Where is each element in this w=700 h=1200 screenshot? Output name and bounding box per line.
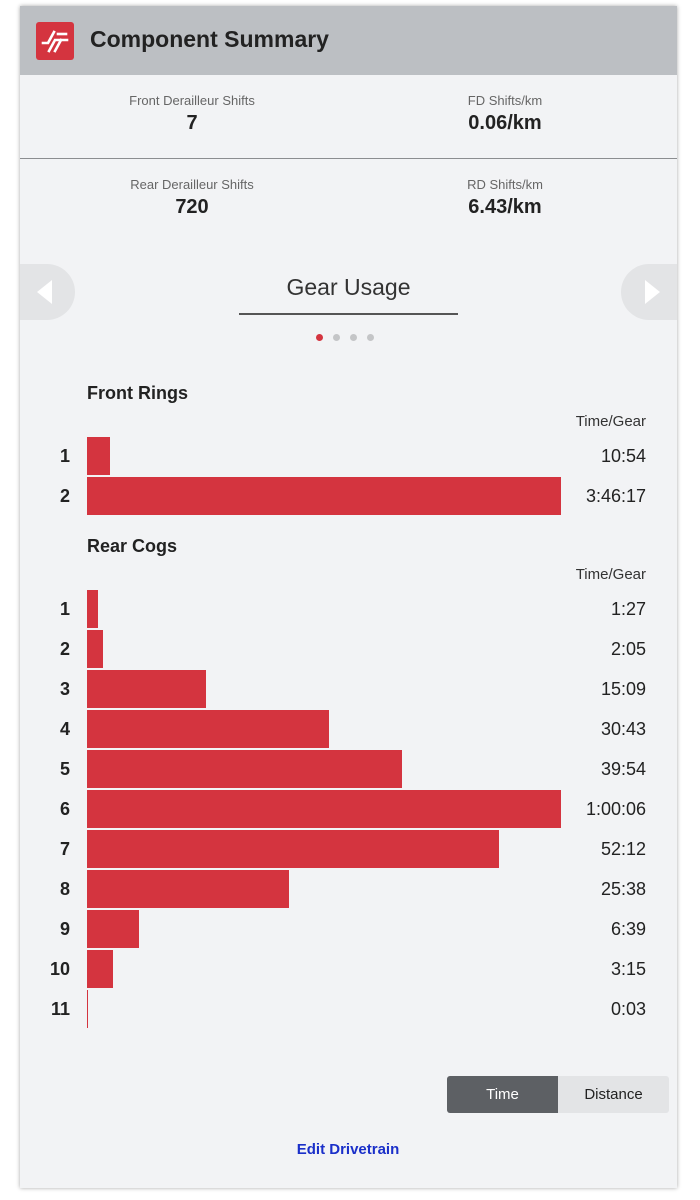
rear-shifts-stat: Rear Derailleur Shifts 720 xyxy=(62,159,322,219)
rear-gear-bar xyxy=(87,910,139,948)
page-title: Component Summary xyxy=(90,26,329,52)
rear-time-column-header: Time/Gear xyxy=(575,566,646,583)
brand-logo-icon xyxy=(36,22,74,60)
rear-gear-time: 1:00:06 xyxy=(585,799,646,819)
rear-gear-label: 4 xyxy=(59,719,70,739)
front-shifts-stat: Front Derailleur Shifts 7 xyxy=(62,75,322,135)
rear-gear-time: 1:27 xyxy=(610,599,646,619)
carousel-next-button[interactable] xyxy=(621,264,677,320)
time-toggle-option[interactable]: Time xyxy=(447,1076,558,1113)
front-shifts-label: Front Derailleur Shifts xyxy=(129,93,255,108)
chevron-left-icon xyxy=(37,280,52,304)
rear-gear-time: 39:54 xyxy=(600,759,646,779)
rear-gear-time: 3:15 xyxy=(610,959,646,979)
fd-per-km-value: 0.06/km xyxy=(468,112,542,134)
rear-cogs-title: Rear Cogs xyxy=(87,536,178,556)
front-gear-label: 1 xyxy=(59,446,70,466)
rear-gear-label: 6 xyxy=(59,799,70,819)
rd-per-km-value: 6.43/km xyxy=(468,196,542,218)
rear-stats-row: Rear Derailleur Shifts 720 RD Shifts/km … xyxy=(20,159,677,243)
rear-gear-bar xyxy=(87,630,103,668)
rear-gear-bar xyxy=(87,750,402,788)
component-summary-card: Component Summary Front Derailleur Shift… xyxy=(20,6,677,1188)
front-gear-time: 10:54 xyxy=(600,446,646,466)
carousel-dot[interactable] xyxy=(333,334,340,341)
rd-per-km-label: RD Shifts/km xyxy=(467,177,543,192)
carousel-dot[interactable] xyxy=(350,334,357,341)
rear-gear-label: 9 xyxy=(59,919,70,939)
rear-gear-bar xyxy=(87,990,88,1028)
rear-gear-label: 3 xyxy=(59,679,70,699)
rear-gear-time: 30:43 xyxy=(600,719,646,739)
front-gear-time: 3:46:17 xyxy=(585,486,646,506)
front-rings-title: Front Rings xyxy=(87,383,188,403)
rear-gear-bar xyxy=(87,830,499,868)
header-bar: Component Summary xyxy=(20,6,677,75)
fd-per-km-stat: FD Shifts/km 0.06/km xyxy=(375,75,635,135)
carousel-title-underline xyxy=(239,313,458,315)
metric-toggle: Time Distance xyxy=(447,1076,669,1113)
edit-drivetrain-link[interactable]: Edit Drivetrain xyxy=(248,1141,448,1158)
rear-gear-label: 2 xyxy=(59,639,70,659)
chevron-right-icon xyxy=(645,280,660,304)
rear-gear-label: 10 xyxy=(49,959,70,979)
rd-per-km-stat: RD Shifts/km 6.43/km xyxy=(375,159,635,219)
carousel-prev-button[interactable] xyxy=(20,264,75,320)
carousel-dot[interactable] xyxy=(367,334,374,341)
front-stats-row: Front Derailleur Shifts 7 FD Shifts/km 0… xyxy=(20,75,677,159)
rear-gear-label: 5 xyxy=(59,759,70,779)
front-shifts-value: 7 xyxy=(186,112,198,134)
carousel-dot[interactable] xyxy=(316,334,323,341)
fd-per-km-label: FD Shifts/km xyxy=(467,93,543,108)
rear-gear-bar xyxy=(87,670,206,708)
rear-gear-bar xyxy=(87,870,289,908)
front-gear-label: 2 xyxy=(59,486,70,506)
rear-gear-time: 52:12 xyxy=(600,839,646,859)
rear-gear-time: 2:05 xyxy=(610,639,646,659)
rear-gear-label: 8 xyxy=(59,879,70,899)
rear-shifts-label: Rear Derailleur Shifts xyxy=(130,177,254,192)
rear-gear-bar xyxy=(87,710,329,748)
rear-gear-time: 15:09 xyxy=(600,679,646,699)
rear-shifts-value: 720 xyxy=(175,196,209,218)
rear-gear-time: 0:03 xyxy=(610,999,646,1019)
rear-gear-time: 6:39 xyxy=(610,919,646,939)
rear-gear-bar xyxy=(87,590,98,628)
carousel-title: Gear Usage xyxy=(286,274,411,300)
distance-toggle-option[interactable]: Distance xyxy=(558,1076,669,1113)
front-gear-bar xyxy=(87,437,110,475)
rear-gear-label: 7 xyxy=(59,839,70,859)
front-time-column-header: Time/Gear xyxy=(575,413,646,430)
rear-gear-label: 11 xyxy=(50,999,70,1019)
rear-gear-label: 1 xyxy=(59,599,70,619)
rear-gear-time: 25:38 xyxy=(600,879,646,899)
rear-gear-bar xyxy=(87,950,113,988)
